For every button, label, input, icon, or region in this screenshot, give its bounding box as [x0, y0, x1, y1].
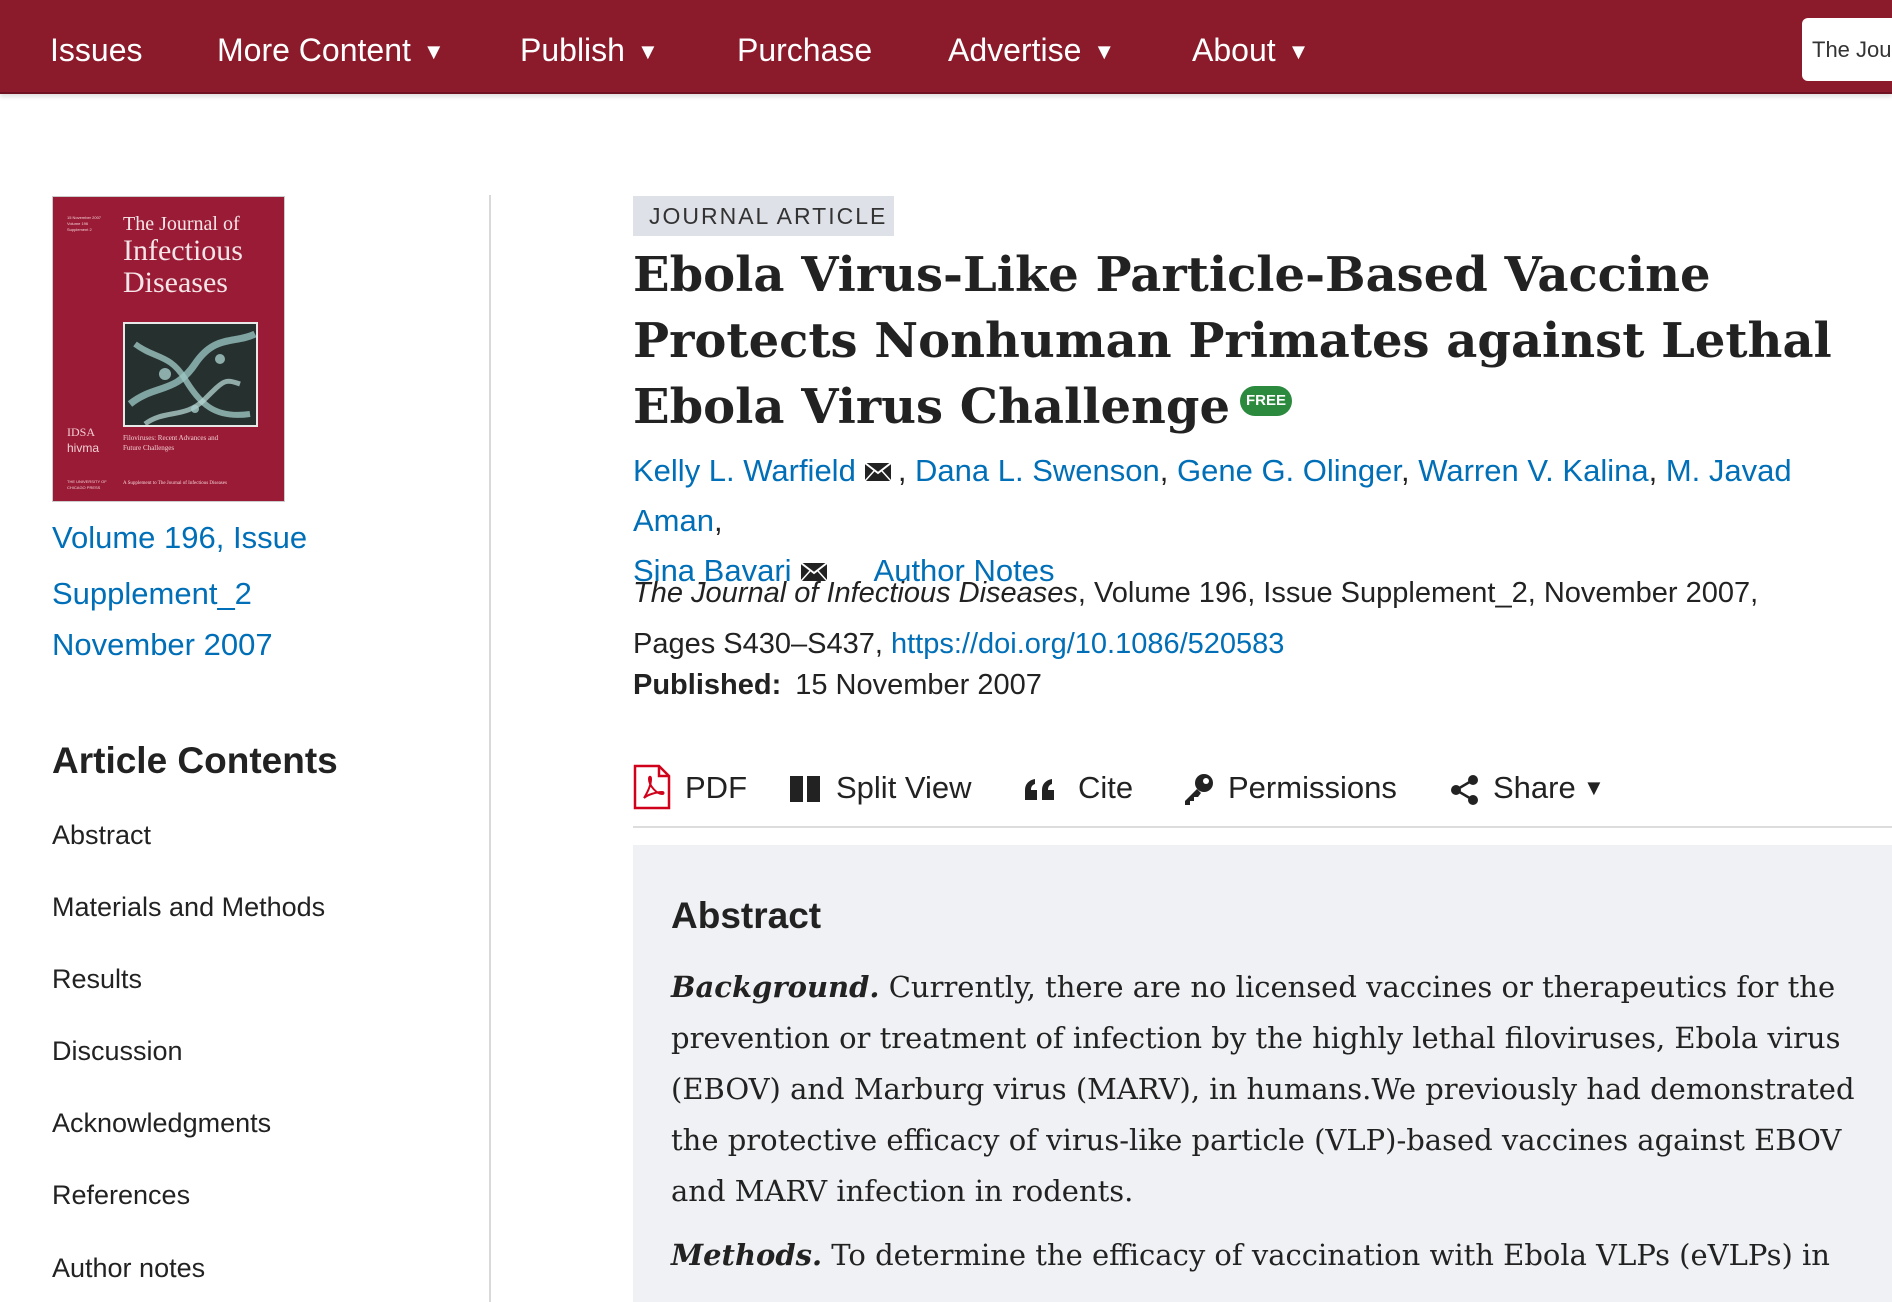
methods-lead: Methods.	[671, 1238, 823, 1272]
article-contents-title: Article Contents	[52, 740, 338, 781]
article-title: Ebola Virus-Like Particle-Based Vaccine …	[633, 242, 1873, 440]
share-label: Share	[1493, 770, 1576, 805]
cite-button[interactable]: Cite	[1023, 758, 1138, 818]
abstract-heading: Abstract	[671, 895, 822, 936]
nav-item-label: About	[1192, 32, 1276, 68]
pdf-file-icon	[633, 764, 671, 810]
cover-micrograph-image	[123, 322, 258, 427]
permissions-button[interactable]: Permissions	[1183, 758, 1403, 818]
cover-issue-info: 15 November 2007 Volume 196 Supplement 2	[67, 215, 102, 232]
permissions-label: Permissions	[1228, 770, 1397, 805]
background-text: Currently, there are no licensed vaccine…	[671, 970, 1855, 1208]
nav-item-more-content[interactable]: More Content ▼	[217, 0, 445, 94]
column-divider	[489, 195, 491, 1302]
nav-item-about[interactable]: About ▼	[1192, 0, 1309, 94]
quote-icon	[1025, 779, 1054, 800]
toolbar-divider	[633, 826, 1892, 828]
share-icon	[1451, 775, 1478, 805]
cover-title-line1: The Journal of	[123, 213, 240, 235]
article-title-text: Ebola Virus-Like Particle-Based Vaccine …	[633, 247, 1832, 435]
nav-item-label: Advertise	[948, 32, 1082, 68]
contents-item-materials-methods[interactable]: Materials and Methods	[52, 892, 325, 923]
doi-link[interactable]: https://doi.org/10.1086/520583	[891, 628, 1284, 660]
article-type-badge: JOURNAL ARTICLE	[633, 196, 894, 236]
cite-label: Cite	[1078, 770, 1134, 805]
free-access-badge: FREE	[1239, 385, 1292, 416]
nav-item-label: Issues	[50, 32, 143, 68]
nav-item-label: Purchase	[737, 32, 873, 68]
nav-item-label: Publish	[520, 32, 625, 68]
caret-down-icon: ▼	[1583, 775, 1605, 800]
nav-item-label: More Content	[217, 32, 411, 68]
top-navigation-bar: Issues More Content ▼ Publish ▼ Purchase A…	[0, 0, 1892, 94]
citation-details: , Volume 196, Issue Supplement_2, Novemb…	[1077, 577, 1759, 609]
published-value: 15 November 2007	[795, 669, 1042, 701]
author-link[interactable]: Gene G. Olinger	[1177, 453, 1401, 488]
cover-publisher: THE UNIVERSITY OF CHICAGO PRESS	[67, 479, 107, 490]
contents-item-results[interactable]: Results	[52, 964, 142, 995]
citation-pages: Pages S430–S437,	[633, 628, 883, 660]
author-link[interactable]: Kelly L. Warfield	[633, 453, 856, 488]
journal-name: The Journal of Infectious Diseases	[633, 577, 1078, 609]
citation: The Journal of Infectious Diseases, Volu…	[633, 568, 1883, 670]
published-date: Published: 15 November 2007	[633, 669, 1042, 702]
published-label: Published:	[633, 669, 782, 701]
abstract-background-paragraph: Background. Currently, there are no lice…	[671, 962, 1871, 1217]
author-link[interactable]: Warren V. Kalina	[1418, 453, 1648, 488]
journal-cover-image[interactable]: 15 November 2007 Volume 196 Supplement 2…	[52, 196, 285, 502]
caret-down-icon: ▼	[1287, 39, 1310, 64]
envelope-icon[interactable]	[864, 462, 892, 482]
nav-item-purchase[interactable]: Purchase	[737, 0, 872, 94]
split-view-icon	[790, 776, 820, 802]
abstract-section: Abstract Background. Currently, there ar…	[633, 845, 1892, 1302]
nav-item-advertise[interactable]: Advertise ▼	[948, 0, 1115, 94]
author-link[interactable]: Dana L. Swenson	[915, 453, 1160, 488]
caret-down-icon: ▼	[1093, 39, 1116, 64]
search-input[interactable]: The Jou	[1802, 18, 1892, 81]
issue-volume-link[interactable]: Volume 196, Issue	[52, 520, 307, 556]
split-view-button[interactable]: Split View	[790, 758, 980, 818]
split-view-label: Split View	[836, 770, 972, 805]
idsa-logo: IDSA	[67, 425, 96, 439]
abstract-methods-paragraph: Methods. To determine the efficacy of va…	[671, 1230, 1871, 1281]
share-button[interactable]: Share ▼	[1449, 758, 1609, 818]
issue-date-link[interactable]: November 2007	[52, 627, 273, 663]
background-lead: Background.	[671, 970, 880, 1004]
contents-item-discussion[interactable]: Discussion	[52, 1036, 183, 1067]
contents-item-references[interactable]: References	[52, 1180, 190, 1211]
caret-down-icon: ▼	[422, 39, 445, 64]
cover-footer: A Supplement to The Journal of Infectiou…	[123, 481, 227, 486]
contents-item-acknowledgments[interactable]: Acknowledgments	[52, 1108, 271, 1139]
nav-item-issues[interactable]: Issues	[50, 0, 142, 94]
key-icon	[1185, 774, 1213, 805]
caret-down-icon: ▼	[636, 39, 659, 64]
contents-item-author-notes[interactable]: Author notes	[52, 1253, 205, 1284]
cover-title-line2: Infectious Diseases	[123, 234, 243, 299]
pdf-label: PDF	[685, 770, 747, 805]
pdf-button[interactable]: PDF	[633, 758, 753, 818]
nav-item-publish[interactable]: Publish ▼	[520, 0, 659, 94]
methods-text: To determine the efficacy of vaccination…	[822, 1238, 1830, 1272]
contents-item-abstract[interactable]: Abstract	[52, 820, 151, 851]
cover-subtitle: Filoviruses: Recent Advances and Future …	[123, 434, 219, 452]
hivma-logo: hivma	[67, 441, 100, 455]
issue-supplement-link[interactable]: Supplement_2	[52, 576, 252, 612]
